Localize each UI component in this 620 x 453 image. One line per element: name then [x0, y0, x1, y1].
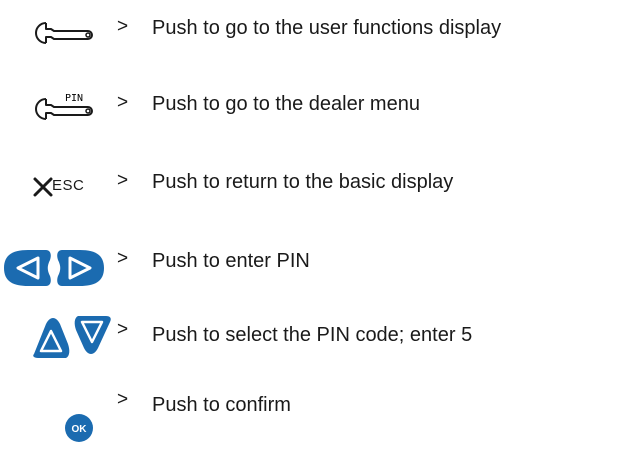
instruction-row-dealer-menu: PIN > Push to go to the dealer menu — [0, 80, 620, 120]
esc-label: ESC — [52, 177, 85, 194]
instruction-text: Push to go to the user functions display — [152, 17, 502, 39]
instruction-text: Push to go to the dealer menu — [152, 93, 420, 115]
instruction-text: Push to enter PIN — [152, 250, 310, 272]
arrow-marker: > — [117, 248, 129, 269]
left-right-buttons-icon — [0, 248, 106, 293]
arrow-marker: > — [117, 170, 129, 191]
up-down-buttons-icon — [32, 314, 114, 365]
instruction-text: Push to select the PIN code; enter 5 — [152, 324, 473, 346]
instruction-row-user-functions: > Push to go to the user functions displ… — [0, 0, 620, 44]
ok-label: OK — [72, 424, 88, 435]
ok-button-icon: OK — [64, 413, 94, 448]
arrow-marker: > — [117, 16, 129, 37]
arrow-marker: > — [117, 389, 129, 410]
arrow-marker: > — [117, 319, 129, 340]
pin-label: PIN — [65, 93, 83, 104]
instruction-text: Push to confirm — [152, 394, 291, 416]
wrench-pin-icon: PIN — [32, 90, 98, 127]
arrow-marker: > — [117, 92, 129, 113]
instruction-text: Push to return to the basic display — [152, 171, 454, 193]
wrench-icon — [32, 20, 98, 51]
